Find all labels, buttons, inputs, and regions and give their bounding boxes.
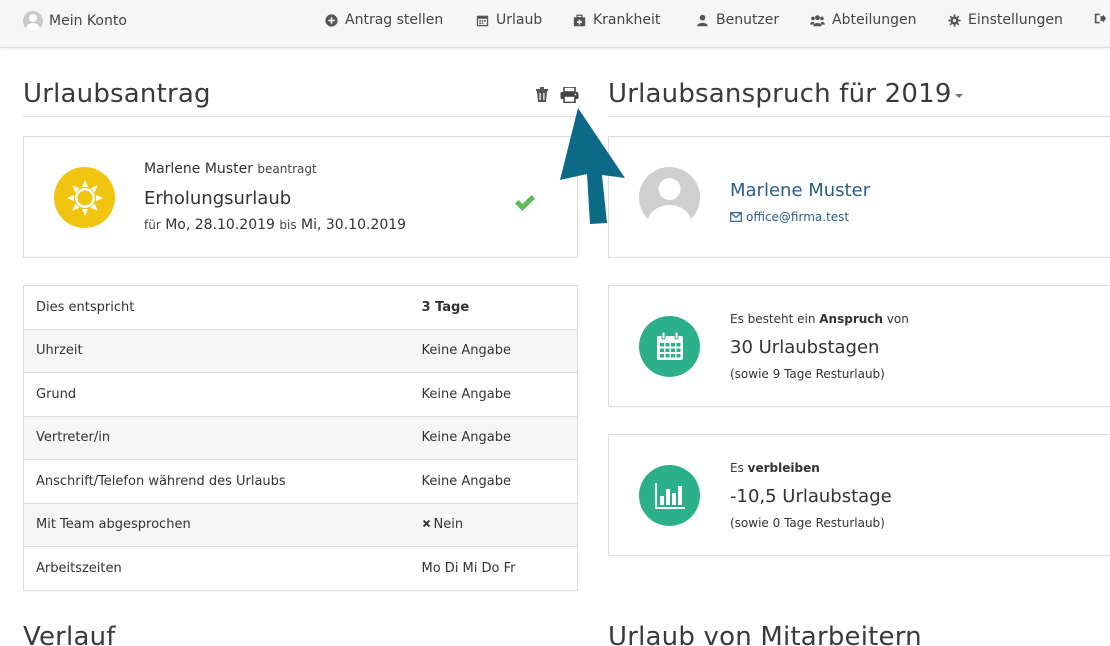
applicant-name: Marlene Muster bbox=[144, 161, 253, 177]
remain-prefix: Es bbox=[730, 461, 744, 475]
colleagues-vacation-title: Urlaub von Mitarbeitern bbox=[608, 622, 922, 646]
account-avatar-icon bbox=[23, 11, 43, 31]
gear-icon bbox=[948, 13, 961, 27]
nav-new-request[interactable]: Antrag stellen bbox=[325, 12, 443, 28]
table-row: Dies entspricht 3 Tage bbox=[24, 286, 578, 330]
trash-icon[interactable] bbox=[535, 87, 549, 102]
nav-settings[interactable]: Einstellungen bbox=[948, 12, 1063, 28]
my-account-link[interactable]: Mein Konto bbox=[23, 11, 127, 31]
table-row: Grund Keine Angabe bbox=[23, 372, 578, 416]
request-details-table: Dies entspricht 3 Tage Uhrzeit Keine Ang… bbox=[23, 285, 578, 591]
table-row: Vertreter/in Keine Angabe bbox=[23, 415, 578, 460]
date-to: Mi, 30.10.2019 bbox=[301, 217, 407, 233]
nav-departments-label: Abteilungen bbox=[832, 12, 917, 28]
envelope-icon bbox=[730, 212, 742, 222]
detail-key: Mit Team abgesprochen bbox=[23, 502, 422, 547]
detail-value: Keine Angabe bbox=[421, 328, 578, 373]
date-range: für Mo, 28.10.2019 bis Mi, 30.10.2019 bbox=[144, 217, 406, 233]
entitlement-title-divider bbox=[608, 116, 1110, 117]
calendar-icon bbox=[476, 15, 489, 26]
detail-key: Grund bbox=[23, 372, 422, 416]
nav-new-request-label: Antrag stellen bbox=[345, 12, 444, 28]
claim-suffix: von bbox=[886, 312, 909, 326]
annotation-arrow-icon bbox=[560, 108, 625, 224]
claim-note: (sowie 9 Tage Resturlaub) bbox=[730, 367, 885, 381]
detail-value: Keine Angabe bbox=[421, 415, 578, 460]
detail-key: Uhrzeit bbox=[23, 328, 422, 373]
detail-key: Arbeitszeiten bbox=[23, 546, 422, 590]
remain-note: (sowie 0 Tage Resturlaub) bbox=[730, 516, 885, 530]
sun-icon bbox=[54, 167, 115, 228]
bar-chart-icon bbox=[639, 465, 700, 526]
plus-circle-icon bbox=[325, 13, 338, 27]
users-icon bbox=[810, 14, 825, 26]
request-title-divider bbox=[23, 116, 578, 117]
applied-label: beantragt bbox=[257, 162, 317, 176]
claim-bold: Anspruch bbox=[819, 312, 883, 326]
request-summary-card: Marlene Muster beantragt Erholungsurlaub… bbox=[23, 136, 578, 258]
medkit-icon bbox=[573, 14, 586, 26]
vacation-type: Erholungsurlaub bbox=[144, 188, 292, 209]
caret-down-icon bbox=[954, 94, 963, 98]
sign-out-icon bbox=[1094, 13, 1107, 24]
my-account-label: Mein Konto bbox=[49, 13, 127, 29]
detail-key: Dies entspricht bbox=[36, 299, 135, 315]
table-row: Anschrift/Telefon während des Urlaubs Ke… bbox=[23, 459, 578, 503]
remain-value: -10,5 Urlaubstage bbox=[730, 486, 892, 507]
nav-logout[interactable] bbox=[1094, 12, 1110, 25]
detail-key: Vertreter/in bbox=[23, 415, 422, 460]
detail-key: Anschrift/Telefon während des Urlaubs bbox=[23, 459, 422, 503]
table-row: Arbeitszeiten Mo Di Mi Do Fr bbox=[23, 546, 578, 590]
top-navigation: Mein Konto Antrag stellen Urlaub Krankhe… bbox=[0, 0, 1110, 48]
until-label: bis bbox=[279, 218, 297, 232]
nav-users-label: Benutzer bbox=[716, 12, 780, 28]
table-row: Uhrzeit Keine Angabe bbox=[23, 328, 578, 373]
remaining-card: Es verbleiben -10,5 Urlaubstage (sowie 0… bbox=[608, 434, 1110, 556]
email-link[interactable]: office@firma.test bbox=[730, 210, 849, 224]
calendar-icon bbox=[639, 316, 700, 377]
remain-caption: Es verbleiben bbox=[730, 461, 820, 475]
request-title: Urlaubsantrag bbox=[23, 79, 211, 109]
person-name-link[interactable]: Marlene Muster bbox=[730, 180, 870, 201]
user-icon bbox=[697, 14, 708, 26]
print-icon[interactable] bbox=[560, 87, 579, 103]
email-text: office@firma.test bbox=[746, 210, 850, 224]
check-icon bbox=[515, 195, 535, 211]
claim-value: 30 Urlaubstagen bbox=[730, 337, 880, 358]
detail-value-text: Nein bbox=[433, 517, 464, 533]
claim-caption: Es besteht ein Anspruch von bbox=[730, 312, 909, 326]
entitlement-card: Es besteht ein Anspruch von 30 Urlaubsta… bbox=[608, 285, 1110, 407]
nav-settings-label: Einstellungen bbox=[968, 12, 1063, 28]
remain-bold: verbleiben bbox=[747, 461, 820, 475]
detail-value: Keine Angabe bbox=[421, 459, 578, 503]
nav-sickness[interactable]: Krankheit bbox=[573, 12, 660, 28]
nav-sickness-label: Krankheit bbox=[593, 12, 661, 28]
nav-vacation[interactable]: Urlaub bbox=[476, 12, 542, 28]
nav-vacation-label: Urlaub bbox=[496, 12, 543, 28]
entitlement-title: Urlaubsanspruch für 2019 bbox=[608, 79, 952, 109]
claim-prefix: Es besteht ein bbox=[730, 312, 816, 326]
applicant-line: Marlene Muster beantragt bbox=[144, 161, 317, 177]
table-row: Mit Team abgesprochen Nein bbox=[23, 502, 578, 547]
detail-value: 3 Tage bbox=[421, 299, 470, 315]
for-label: für bbox=[144, 218, 161, 232]
avatar bbox=[639, 167, 700, 228]
detail-value: Nein bbox=[421, 502, 578, 547]
detail-value: Mo Di Mi Do Fr bbox=[421, 546, 578, 590]
entitlement-year-dropdown[interactable]: Urlaubsanspruch für 2019 bbox=[608, 79, 963, 109]
x-mark-icon bbox=[422, 520, 430, 528]
history-title: Verlauf bbox=[23, 622, 116, 646]
detail-value: Keine Angabe bbox=[421, 372, 578, 416]
nav-users[interactable]: Benutzer bbox=[696, 12, 779, 28]
date-from: Mo, 28.10.2019 bbox=[165, 217, 275, 233]
nav-departments[interactable]: Abteilungen bbox=[810, 12, 916, 28]
person-card: Marlene Muster office@firma.test bbox=[608, 136, 1110, 258]
